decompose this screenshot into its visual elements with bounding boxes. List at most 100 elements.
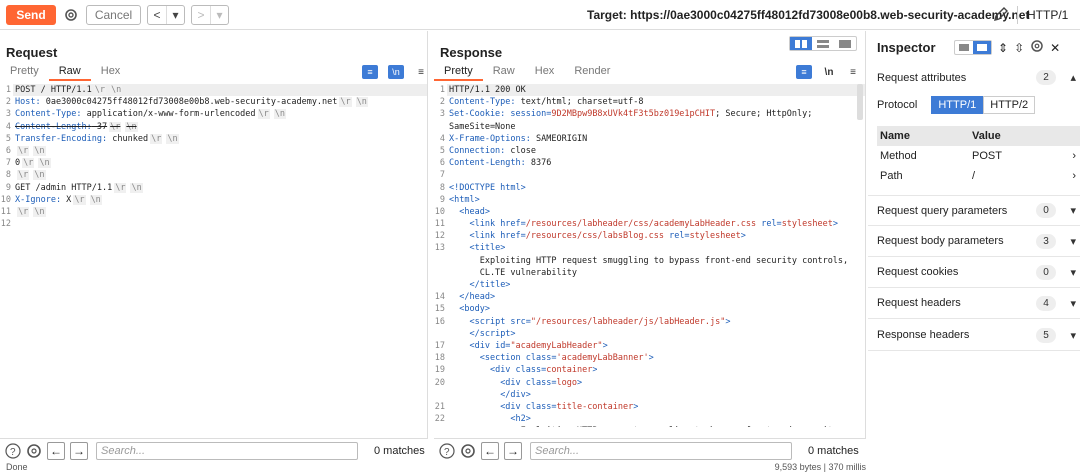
http-version-label[interactable]: HTTP/1 xyxy=(1027,8,1068,22)
section-label: Response headers xyxy=(877,329,970,341)
chevron-down-icon[interactable]: ▾ xyxy=(1070,204,1076,217)
response-size-info: 9,593 bytes | 370 millis xyxy=(774,462,866,472)
column-name-header: Name xyxy=(880,130,910,142)
count-badge: 2 xyxy=(1036,70,1056,85)
chevron-down-icon[interactable]: ▾ xyxy=(1070,266,1076,279)
gear-icon[interactable] xyxy=(460,443,476,459)
response-scrollbar[interactable] xyxy=(857,84,863,120)
request-body-parameters-section[interactable]: Request body parameters 3 ▾ xyxy=(868,226,1080,257)
help-icon[interactable]: ? xyxy=(439,442,455,459)
protocol-http2-option[interactable]: HTTP/2 xyxy=(983,96,1036,114)
chevron-right-icon[interactable]: › xyxy=(1072,150,1076,162)
request-match-count: 0 matches xyxy=(374,444,425,457)
response-title: Response xyxy=(440,45,503,60)
tab-pretty[interactable]: Pretty xyxy=(434,64,483,81)
svg-text:?: ? xyxy=(10,447,16,458)
tab-render[interactable]: Render xyxy=(564,64,620,81)
chevron-down-icon[interactable]: ▾ xyxy=(1070,329,1076,342)
request-search-bar: ? ← → 0 matches xyxy=(0,438,428,462)
previous-match-icon[interactable]: ← xyxy=(481,441,499,460)
layout-single-icon[interactable] xyxy=(834,37,856,50)
previous-match-icon[interactable]: ← xyxy=(47,441,65,460)
column-value-header: Value xyxy=(972,130,1001,142)
count-badge: 0 xyxy=(1036,203,1056,218)
menu-icon[interactable]: ≡ xyxy=(846,65,860,79)
chevron-down-icon[interactable]: ▾ xyxy=(1070,235,1076,248)
forward-arrow-icon[interactable]: > xyxy=(192,6,210,24)
section-label: Request query parameters xyxy=(877,204,1008,217)
gear-icon[interactable] xyxy=(1030,39,1044,56)
count-badge: 3 xyxy=(1036,233,1056,249)
next-match-icon[interactable]: → xyxy=(70,441,88,460)
chevron-down-icon[interactable]: ▾ xyxy=(1070,297,1076,310)
attributes-table: Name Value Method POST › Path / › xyxy=(877,126,1080,186)
attribute-name: Method xyxy=(880,150,917,162)
request-panel: Request Pretty Raw Hex ≡ \n ≡ 1 POST / HT… xyxy=(0,31,428,438)
forward-history-group: > ▾ xyxy=(191,4,229,25)
response-editor[interactable]: 1 HTTP/1.1 200 OK 2 Content-Type: text/htm… xyxy=(434,84,865,427)
back-dropdown-icon[interactable]: ▾ xyxy=(166,5,184,24)
tab-hex[interactable]: Hex xyxy=(91,64,131,81)
table-header: Name Value xyxy=(877,126,1080,146)
layout-stacked-icon[interactable] xyxy=(812,37,834,50)
attribute-value: POST xyxy=(972,150,1002,162)
show-nonprintable-icon[interactable]: \n xyxy=(822,65,836,79)
tab-pretty[interactable]: Pretty xyxy=(0,64,49,81)
wrap-lines-icon[interactable]: ≡ xyxy=(796,65,812,79)
section-label: Request attributes xyxy=(877,71,967,84)
chevron-right-icon[interactable]: › xyxy=(1072,170,1076,182)
layout-side-by-side-icon[interactable] xyxy=(790,37,812,50)
cancel-button[interactable]: Cancel xyxy=(86,4,141,25)
table-row[interactable]: Method POST › xyxy=(877,146,1080,166)
inspector-title: Inspector xyxy=(877,40,936,55)
show-nonprintable-icon[interactable]: \n xyxy=(388,65,404,79)
wrap-lines-icon[interactable]: ≡ xyxy=(362,65,378,79)
protocol-label: Protocol xyxy=(877,99,918,111)
inspector-toolbar: ⇕ ⇳ ✕ xyxy=(954,39,1060,56)
chevron-up-icon[interactable]: ▴ xyxy=(1070,71,1076,84)
response-view-options: ≡ \n ≡ xyxy=(796,65,860,79)
tab-hex[interactable]: Hex xyxy=(525,64,565,81)
request-editor[interactable]: 1 POST / HTTP/1.1 \r \n 2 Host: 0ae3000c0427… xyxy=(0,84,427,427)
tab-raw[interactable]: Raw xyxy=(48,64,91,81)
request-query-parameters-section[interactable]: Request query parameters 0 ▾ xyxy=(868,195,1080,226)
attribute-value: / xyxy=(972,170,976,182)
status-text: Done xyxy=(6,462,28,472)
toolbar-divider xyxy=(1017,6,1018,24)
table-row[interactable]: Path / › xyxy=(877,166,1080,186)
request-title: Request xyxy=(6,45,58,60)
protocol-http1-option[interactable]: HTTP/1 xyxy=(931,96,984,114)
count-badge: 5 xyxy=(1036,327,1056,343)
next-match-icon[interactable]: → xyxy=(504,441,522,460)
section-label: Request headers xyxy=(877,297,961,309)
gear-icon[interactable] xyxy=(26,443,42,459)
section-label: Request cookies xyxy=(877,266,959,278)
count-badge: 4 xyxy=(1036,295,1056,311)
send-button[interactable]: Send xyxy=(6,4,56,25)
status-bar: Done 9,593 bytes | 370 millis xyxy=(0,462,868,474)
layout-toggle-icon[interactable] xyxy=(954,40,992,55)
response-headers-section[interactable]: Response headers 5 ▾ xyxy=(868,320,1080,351)
expand-all-icon[interactable]: ⇕ xyxy=(998,41,1008,55)
help-icon[interactable]: ? xyxy=(5,442,21,459)
response-search-bar: ? ← → 0 matches xyxy=(434,438,866,462)
request-tabs: Pretty Raw Hex xyxy=(0,64,130,81)
target-url: Target: https://0ae3000c04275ff48012fd73… xyxy=(587,8,1030,22)
menu-icon[interactable]: ≡ xyxy=(414,65,428,79)
request-headers-section[interactable]: Request headers 4 ▾ xyxy=(868,288,1080,319)
collapse-all-icon[interactable]: ⇳ xyxy=(1014,41,1024,55)
edit-target-icon[interactable] xyxy=(992,5,1010,26)
layout-toggle xyxy=(789,36,857,51)
back-arrow-icon[interactable]: < xyxy=(148,6,166,24)
forward-dropdown-icon[interactable]: ▾ xyxy=(210,5,228,24)
svg-text:?: ? xyxy=(444,447,450,458)
inspector-panel: Inspector ⇕ ⇳ ✕ Request attributes 2 ▴ P… xyxy=(868,31,1080,474)
tab-raw[interactable]: Raw xyxy=(483,64,525,81)
response-search-input[interactable] xyxy=(530,441,792,460)
request-view-options: ≡ \n ≡ xyxy=(362,65,428,79)
close-icon[interactable]: ✕ xyxy=(1050,41,1060,55)
request-cookies-section[interactable]: Request cookies 0 ▾ xyxy=(868,257,1080,288)
request-attributes-header[interactable]: Request attributes 2 ▴ xyxy=(868,62,1080,93)
request-search-input[interactable] xyxy=(96,441,358,460)
gear-icon[interactable] xyxy=(62,6,80,24)
